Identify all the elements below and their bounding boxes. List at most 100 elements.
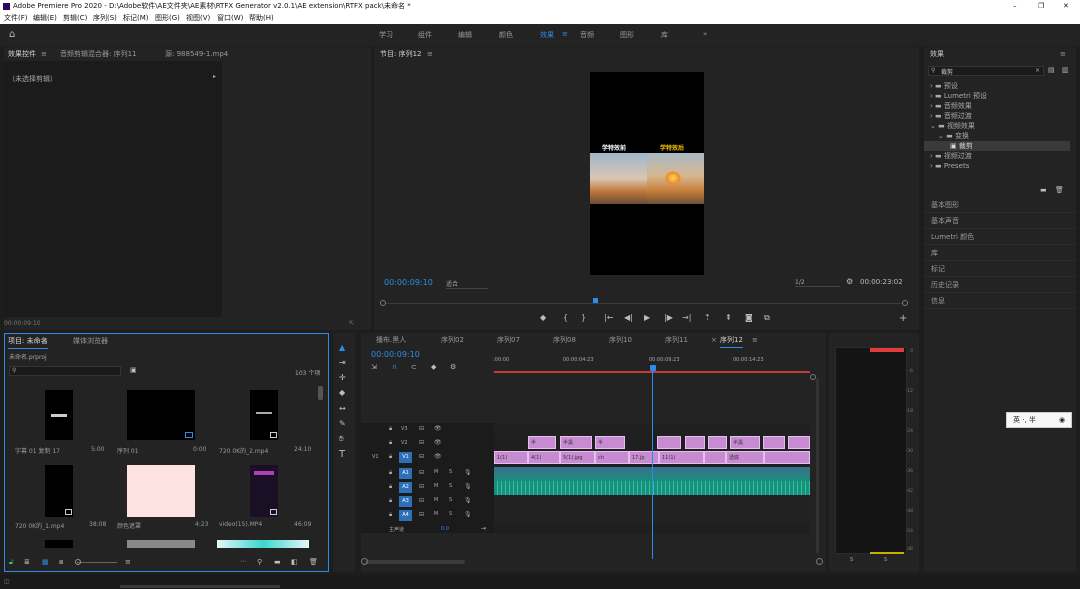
item-name-2[interactable]: 720 0K的_2.mp4: [219, 446, 268, 455]
new-custom-bin-icon[interactable]: ▬: [1040, 186, 1047, 194]
new-bin-bottom-icon[interactable]: ▬: [274, 558, 281, 566]
expand-arrow-icon[interactable]: ▸: [213, 73, 216, 80]
menu-edit[interactable]: 编辑(E): [33, 13, 57, 24]
v2-clip[interactable]: [788, 436, 810, 449]
effects-title[interactable]: 效果: [930, 47, 944, 61]
solo-button[interactable]: S: [449, 483, 452, 489]
lock-track-icon[interactable]: 🔒︎: [389, 511, 392, 519]
lock-track-icon[interactable]: 🔒︎: [389, 483, 392, 491]
playhead-head[interactable]: [650, 365, 656, 371]
v2-clip[interactable]: [763, 436, 785, 449]
play-icon[interactable]: ▶: [644, 313, 650, 322]
item-name-3[interactable]: 720 0K的_1.mp4: [15, 521, 64, 530]
go-to-end-icon[interactable]: ⇥: [481, 525, 486, 532]
zoom-slider[interactable]: [77, 562, 117, 563]
thumb-partial-1[interactable]: [45, 540, 73, 548]
32bit-effects-icon[interactable]: ▥: [1062, 66, 1069, 74]
clear-search-icon[interactable]: ×: [1035, 67, 1040, 74]
tab-seq-2[interactable]: 序列07: [497, 333, 520, 347]
sync-lock-icon[interactable]: ⊟: [419, 453, 424, 460]
thumb-video-15[interactable]: [250, 465, 278, 517]
panel-markers[interactable]: 标记: [924, 261, 1076, 277]
thumb-720-2[interactable]: [250, 390, 278, 440]
workspace-effects[interactable]: 效果: [540, 30, 554, 40]
add-marker-icon[interactable]: ◆: [540, 313, 546, 322]
close-button[interactable]: ✕: [1063, 0, 1069, 13]
meter-channel-right[interactable]: S: [884, 557, 887, 563]
trash-icon[interactable]: 🗑︎: [309, 558, 318, 566]
type-tool-icon[interactable]: T: [339, 449, 345, 460]
mute-button[interactable]: M: [434, 497, 438, 503]
workspace-editing[interactable]: 编辑: [458, 30, 472, 40]
mic-icon[interactable]: 🎙︎: [464, 511, 472, 518]
effects-folder-presets[interactable]: › ▬ 预设: [924, 81, 1070, 91]
eye-icon[interactable]: 👁︎: [434, 439, 442, 446]
v2-clip[interactable]: [657, 436, 681, 449]
tab-menu-icon[interactable]: ≡: [41, 47, 47, 61]
solo-button[interactable]: S: [449, 469, 452, 475]
timeline-horizontal-scrollbar[interactable]: [365, 560, 465, 564]
ime-toolbar[interactable]: 英 ·, 半 ◉: [1006, 412, 1072, 428]
mute-button[interactable]: M: [434, 483, 438, 489]
menu-graphics[interactable]: 图形(G): [155, 13, 180, 24]
playhead-line[interactable]: [652, 371, 653, 559]
tab-seq-4[interactable]: 序列10: [609, 333, 632, 347]
menu-sequence[interactable]: 序列(S): [93, 13, 117, 24]
v2-clip[interactable]: 半黑: [730, 436, 760, 449]
menu-window[interactable]: 窗口(W): [217, 13, 243, 24]
fit-dropdown[interactable]: 适合: [446, 279, 488, 289]
v2-clip[interactable]: [708, 436, 727, 449]
menu-marker[interactable]: 标记(M): [123, 13, 149, 24]
panel-history[interactable]: 历史记录: [924, 277, 1076, 293]
panel-libraries[interactable]: 库: [924, 245, 1076, 261]
workspace-learn[interactable]: 学习: [379, 30, 393, 40]
zoom-slider-handle[interactable]: [75, 559, 81, 565]
workspace-audio[interactable]: 音频: [580, 30, 594, 40]
v1-clip[interactable]: ch: [595, 451, 629, 464]
tab-seq-0[interactable]: 播布.黑人: [376, 333, 406, 347]
camera-icon[interactable]: ◙: [745, 313, 753, 322]
panel-essential-sound[interactable]: 基本声音: [924, 213, 1076, 229]
item-name-5[interactable]: video(15).MP4: [219, 521, 262, 528]
freeform-view-icon[interactable]: ⧈: [59, 558, 63, 567]
v1-clip[interactable]: 17.jp: [629, 451, 659, 464]
thumb-720-1[interactable]: [45, 465, 73, 517]
project-search-input[interactable]: ⚲: [9, 366, 121, 376]
effects-folder-transform[interactable]: ⌄ ▬ 变换: [924, 131, 1070, 141]
tab-seq-1[interactable]: 序列02: [441, 333, 464, 347]
tab-source[interactable]: 源: 988549-1.mp4: [165, 47, 228, 61]
sync-lock-icon[interactable]: ⊟: [419, 497, 424, 504]
solo-button[interactable]: S: [449, 511, 452, 517]
menu-help[interactable]: 帮助(H): [249, 13, 274, 24]
sync-lock-icon[interactable]: ⊟: [419, 425, 424, 432]
item-name-4[interactable]: 颜色遮罩: [117, 521, 141, 530]
tab-seq-6[interactable]: 序列12: [720, 333, 743, 348]
lock-track-icon[interactable]: 🔒︎: [389, 453, 392, 461]
accelerated-effects-icon[interactable]: ▤: [1048, 66, 1055, 74]
effects-folder-video-effects[interactable]: ⌄ ▬ 视频效果: [924, 121, 1070, 131]
scrub-playhead[interactable]: [593, 298, 598, 303]
step-back-icon[interactable]: ◀|: [624, 313, 633, 322]
mark-out-icon[interactable]: }: [581, 313, 586, 322]
workspace-more[interactable]: »: [703, 30, 707, 38]
scrub-end-handle[interactable]: [902, 300, 908, 306]
workspace-color[interactable]: 颜色: [499, 30, 513, 40]
tab-seq-3[interactable]: 序列08: [553, 333, 576, 347]
workspace-graphics[interactable]: 图形: [620, 30, 634, 40]
workspace-libraries[interactable]: 库: [661, 30, 668, 40]
v1-clip[interactable]: 4(1): [528, 451, 560, 464]
sync-lock-icon[interactable]: ⊟: [419, 511, 424, 518]
project-scrollbar[interactable]: [318, 386, 323, 400]
home-icon[interactable]: ⌂: [9, 29, 15, 40]
scrub-bar[interactable]: [384, 303, 904, 304]
ripple-edit-tool-icon[interactable]: ✛: [339, 373, 346, 382]
v2-clip[interactable]: [685, 436, 705, 449]
new-item-icon[interactable]: ◧: [291, 558, 298, 566]
extract-icon[interactable]: ⇞: [725, 313, 732, 322]
linked-selection-icon[interactable]: ⊂: [411, 363, 417, 371]
panel-essential-graphics[interactable]: 基本图形: [924, 197, 1076, 213]
timeline-menu-icon[interactable]: ≡: [752, 333, 758, 347]
track-select-tool-icon[interactable]: ⇥: [339, 358, 346, 367]
go-to-out-icon[interactable]: →|: [682, 313, 691, 322]
thumb-sequence-01[interactable]: [127, 390, 195, 440]
